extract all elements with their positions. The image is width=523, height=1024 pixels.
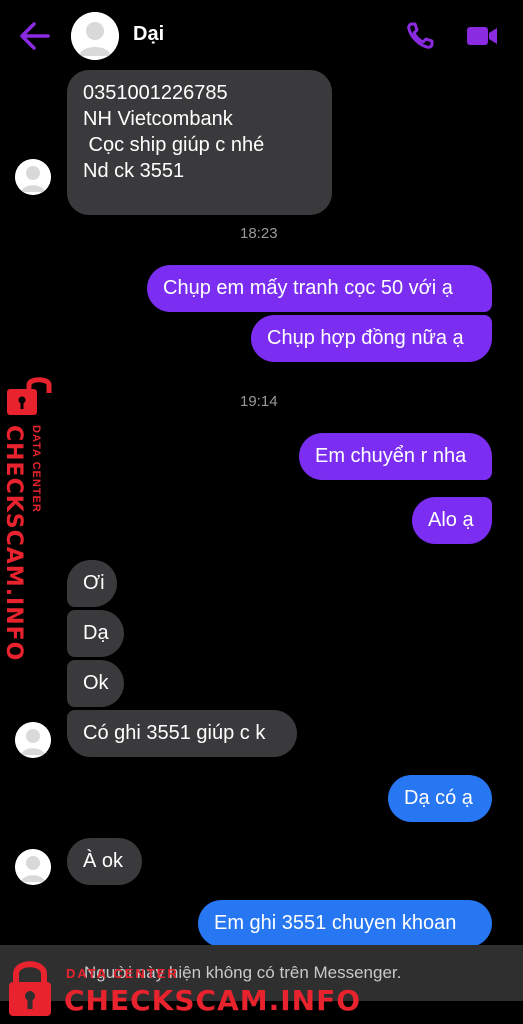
message-bubble-incoming[interactable]: 0351001226785 NH Vietcombank Cọc ship gi… [67,70,332,215]
message-bubble-outgoing[interactable]: Em ghi 3551 chuyen khoan [198,900,492,947]
watermark-sub-vertical: DATA CENTER [30,425,42,513]
message-line: NH Vietcombank [83,108,233,130]
back-button[interactable] [18,20,52,52]
message-line: Cọc ship giúp c nhé [83,134,265,156]
watermark-brand: CHECKSCAM.INFO [64,984,362,1017]
message-bubble-incoming[interactable]: Ok [67,660,124,707]
message-line: Nd ck 3551 [83,160,185,182]
phone-icon [407,22,434,49]
chat-header: Dại [0,0,523,70]
message-bubble-incoming[interactable]: Dạ [67,610,124,657]
video-camera-icon [467,27,497,45]
message-bubble-outgoing[interactable]: Dạ có ạ [388,775,492,822]
sender-avatar[interactable] [15,159,51,195]
message-bubble-incoming[interactable]: Ơi [67,560,117,607]
watermark-lock-icon [6,958,54,1018]
sender-avatar[interactable] [15,849,51,885]
message-bubble-incoming[interactable]: Có ghi 3551 giúp c k [67,710,297,757]
sender-avatar[interactable] [15,722,51,758]
watermark-sub: DATA CENTER [66,966,179,981]
message-line: 0351001226785 [83,82,228,104]
voice-call-button[interactable] [405,20,437,52]
watermark-brand-vertical: CHECKSCAM.INFO [1,425,26,662]
contact-name[interactable]: Dại [133,23,164,46]
message-bubble-incoming[interactable]: À ok [67,838,142,885]
message-bubble-outgoing[interactable]: Alo ạ [412,497,492,544]
timestamp: 19:14 [240,393,278,410]
contact-avatar[interactable] [71,12,119,60]
message-bubble-outgoing[interactable]: Chụp em mấy tranh cọc 50 với ạ [147,265,492,312]
message-bubble-outgoing[interactable]: Chụp hợp đồng nữa ạ [251,315,492,362]
timestamp: 18:23 [240,225,278,242]
message-bubble-outgoing[interactable]: Em chuyển r nha [299,433,492,480]
back-arrow-icon [20,22,50,50]
watermark-lock-icon [5,375,55,417]
video-call-button[interactable] [465,21,499,51]
